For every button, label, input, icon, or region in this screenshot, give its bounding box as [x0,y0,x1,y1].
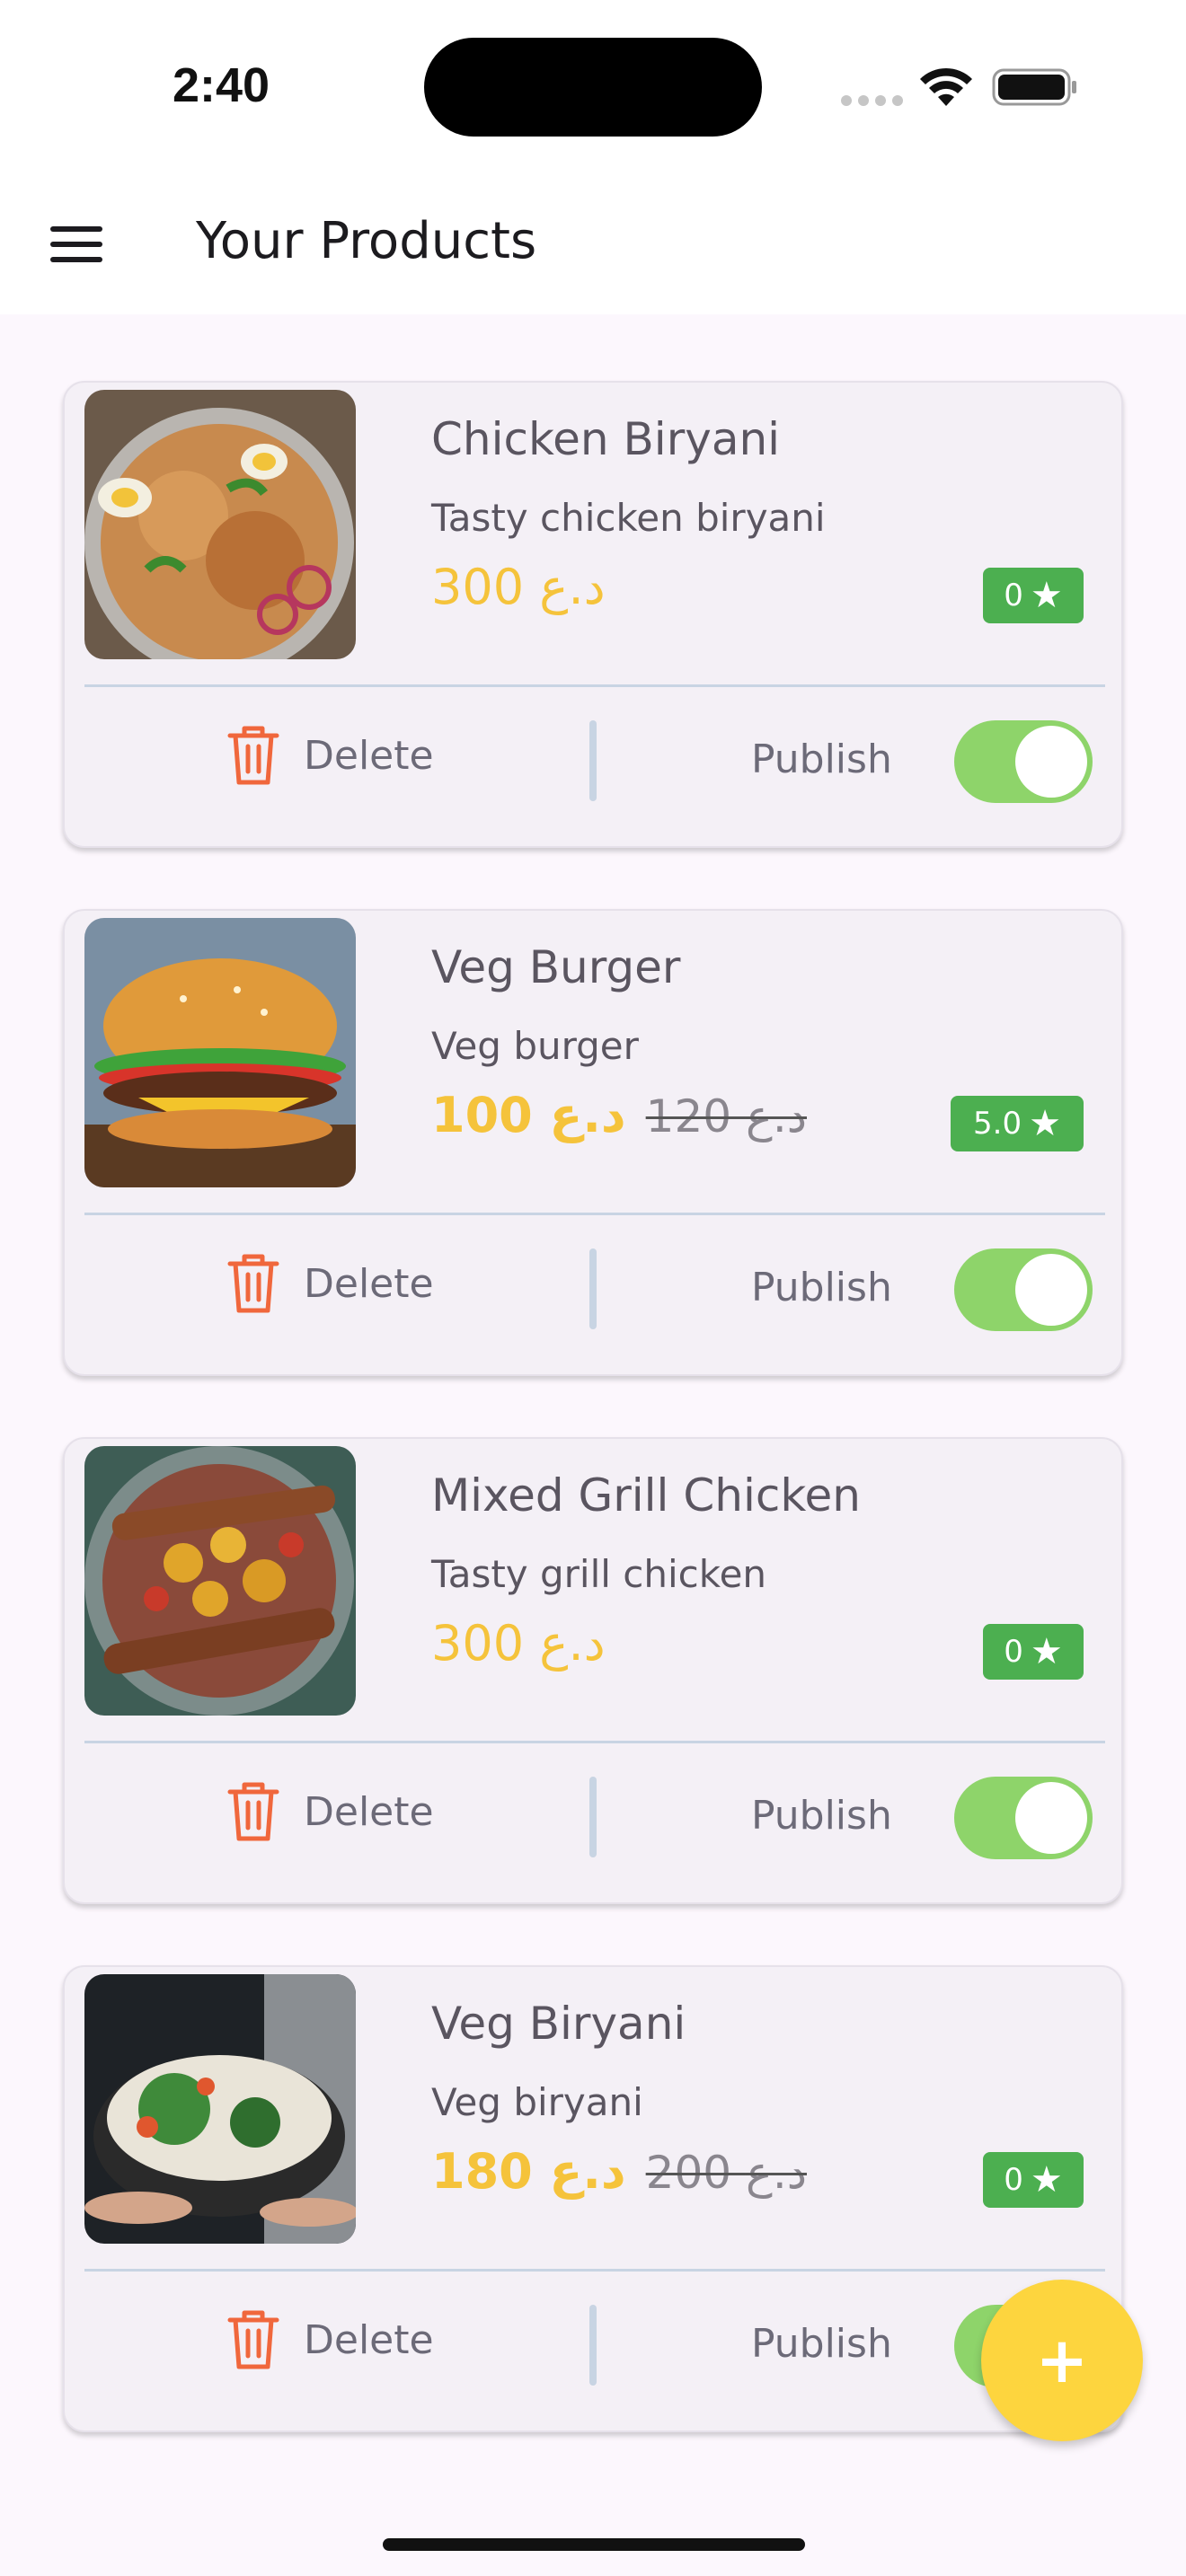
rating-badge: 5.0 ★ [951,1096,1084,1151]
publish-label: Publish [751,2321,892,2367]
product-description: Veg burger [431,1024,639,1068]
vertical-divider [589,2305,597,2386]
product-price: 300 د.ع [431,559,606,615]
trash-icon [227,1782,279,1841]
rating-value: 5.0 [973,1106,1022,1142]
delete-button[interactable]: Delete [226,1243,434,1324]
delete-button[interactable]: Delete [226,1771,434,1852]
divider [84,1213,1105,1215]
product-image-biryani [84,390,356,659]
star-icon: ★ [1029,1103,1061,1144]
price-row: 300 د.ع [431,1615,606,1672]
home-indicator [383,2538,805,2551]
trash-icon [227,2310,279,2369]
divider [84,684,1105,687]
page-title: Your Products [196,212,537,270]
product-card: Veg Burger Veg burger 100 د.ع 120 د.ع 5.… [63,909,1123,1376]
star-icon: ★ [1030,1631,1063,1672]
publish-toggle[interactable] [954,720,1093,803]
original-price: 120 د.ع [645,1090,807,1142]
product-card: Mixed Grill Chicken Tasty grill chicken … [63,1437,1123,1904]
product-image-burger [84,918,356,1187]
publish-label: Publish [751,737,892,782]
price-row: 100 د.ع 120 د.ع [431,1087,807,1143]
product-price: 100 د.ع [431,1087,626,1143]
rating-value: 0 [1004,1634,1023,1670]
product-name: Chicken Biryani [431,413,781,465]
trash-icon [227,726,279,785]
trash-icon [227,1254,279,1313]
product-card: Veg Biryani Veg biryani 180 د.ع 200 د.ع … [63,1965,1123,2432]
product-image-grill [84,1446,356,1716]
dynamic-island [424,38,762,137]
app-bar [0,171,1186,314]
product-description: Tasty chicken biryani [431,496,826,540]
product-card: Chicken Biryani Tasty chicken biryani 30… [63,381,1123,848]
price-row: 300 د.ع [431,559,606,615]
menu-icon[interactable] [50,226,102,262]
rating-badge: 0 ★ [983,1624,1084,1680]
status-time: 2:40 [173,58,270,112]
original-price: 200 د.ع [645,2147,807,2199]
delete-label: Delete [304,2316,434,2363]
delete-button[interactable]: Delete [226,715,434,796]
battery-icon [992,68,1076,106]
delete-button[interactable]: Delete [226,2299,434,2380]
plus-icon: + [1035,2324,1089,2397]
price-row: 180 د.ع 200 د.ع [431,2143,807,2200]
star-icon: ★ [1030,575,1063,616]
publish-toggle[interactable] [954,1248,1093,1331]
publish-label: Publish [751,1265,892,1310]
vertical-divider [589,1777,597,1857]
product-description: Tasty grill chicken [431,1552,767,1596]
vertical-divider [589,1248,597,1329]
delete-label: Delete [304,1260,434,1307]
rating-value: 0 [1004,2162,1023,2198]
product-image-veg-biryani [84,1974,356,2244]
status-bar: 2:40 [0,0,1186,171]
rating-badge: 0 ★ [983,568,1084,623]
product-description: Veg biryani [431,2080,643,2124]
product-name: Mixed Grill Chicken [431,1469,861,1522]
delete-label: Delete [304,1788,434,1835]
divider [84,1741,1105,1743]
publish-toggle[interactable] [954,1777,1093,1859]
rating-value: 0 [1004,578,1023,613]
product-name: Veg Burger [431,941,681,993]
divider [84,2269,1105,2272]
publish-label: Publish [751,1793,892,1839]
delete-label: Delete [304,732,434,779]
vertical-divider [589,720,597,801]
product-price: 180 د.ع [431,2143,626,2200]
product-name: Veg Biryani [431,1998,686,2050]
add-product-button[interactable]: + [981,2280,1143,2441]
star-icon: ★ [1030,2159,1063,2201]
product-price: 300 د.ع [431,1615,606,1672]
cellular-signal-icon [841,95,903,106]
rating-badge: 0 ★ [983,2152,1084,2208]
wifi-icon [920,67,972,106]
